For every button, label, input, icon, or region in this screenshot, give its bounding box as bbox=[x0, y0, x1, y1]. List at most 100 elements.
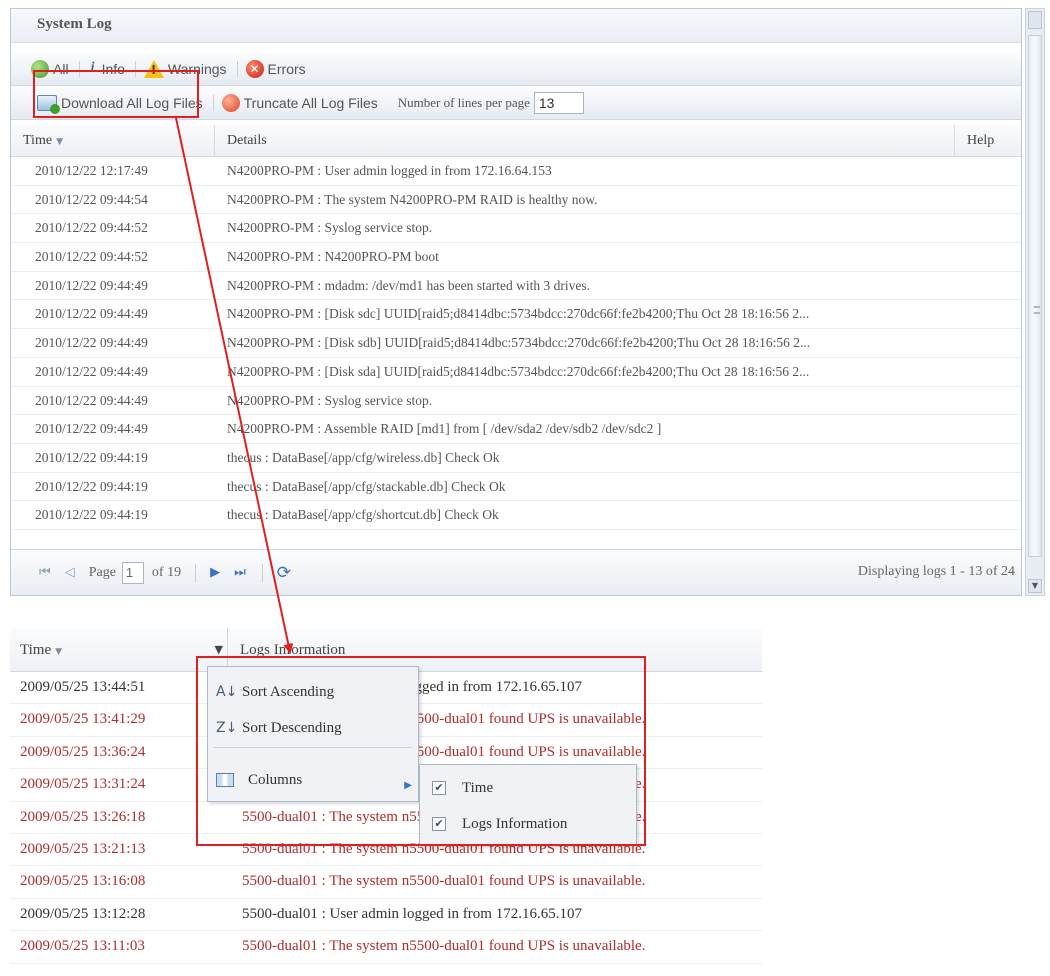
log-details-cell: N4200PRO-PM : User admin logged in from … bbox=[227, 163, 552, 178]
log-details-cell: N4200PRO-PM : Syslog service stop. bbox=[227, 220, 433, 236]
panel-title: System Log bbox=[11, 9, 1021, 43]
log-time-cell: 2009/05/25 13:41:29 bbox=[20, 711, 146, 728]
log-details-cell: N4200PRO-PM : The system N4200PRO-PM RAI… bbox=[227, 191, 598, 207]
column-header-time[interactable]: Time ▼ bbox=[11, 125, 215, 157]
sort-ascending-icon: A↓ bbox=[216, 684, 238, 700]
table-row[interactable]: 2010/12/22 09:44:52 N4200PRO-PM : N4200PR… bbox=[11, 243, 1021, 272]
sort-ascending-menu-item[interactable]: A↓ Sort Ascending bbox=[216, 677, 334, 707]
log-time-cell: 2010/12/22 09:44:52 bbox=[35, 249, 148, 265]
lines-per-page-input[interactable] bbox=[533, 92, 584, 114]
log-details-cell: N4200PRO-PM : Syslog service stop. bbox=[227, 392, 433, 408]
table-row[interactable]: 2010/12/22 09:44:54 N4200PRO-PM : The sys… bbox=[11, 186, 1021, 215]
table-row[interactable]: 2009/05/25 13:21:13 5500-dual01 : The sys… bbox=[10, 834, 762, 867]
column-header-details[interactable]: Details bbox=[215, 125, 955, 157]
toolbar-separator bbox=[236, 61, 238, 77]
log-details-cell: thecus : DataBase[/app/cfg/wireless.db] … bbox=[227, 449, 500, 465]
column-header-menu: A↓ Sort Ascending Z↓ Sort Descending Col… bbox=[207, 666, 419, 802]
refresh-icon[interactable]: ⟳ bbox=[277, 563, 291, 583]
log-time-cell: 2010/12/22 09:44:49 bbox=[35, 335, 148, 351]
log-time-cell: 2010/12/22 09:44:54 bbox=[35, 191, 148, 207]
columns-menu-item[interactable]: Columns bbox=[216, 765, 302, 795]
columns-icon bbox=[216, 773, 234, 787]
table-row[interactable]: 2010/12/22 09:44:49 N4200PRO-PM : [Disk s… bbox=[11, 358, 1021, 387]
grip-icon bbox=[1034, 306, 1040, 314]
table-row[interactable]: 2010/12/22 09:44:52 N4200PRO-PM : Syslog … bbox=[11, 214, 1021, 244]
table-row[interactable]: 2010/12/22 09:44:19 thecus : DataBase[/ap… bbox=[11, 444, 1021, 473]
log-time-cell: 2010/12/22 09:44:49 bbox=[35, 277, 148, 293]
scroll-up-button[interactable] bbox=[1028, 11, 1042, 29]
download-label: Download All Log Files bbox=[61, 95, 203, 111]
action-toolbar: Download All Log Files Truncate All Log … bbox=[11, 87, 1021, 120]
log-grid-header: Time ▼ Details Help bbox=[11, 125, 1021, 157]
log-time-cell: 2009/05/25 13:36:24 bbox=[20, 743, 146, 760]
log-info-cell: 5500-dual01 : The system n5500-dual01 fo… bbox=[242, 873, 646, 890]
table-row[interactable]: 2010/12/22 09:44:49 N4200PRO-PM : mdadm: … bbox=[11, 272, 1021, 301]
column-time-label: Time bbox=[23, 133, 53, 148]
table-row[interactable]: 2010/12/22 09:44:49 N4200PRO-PM : [Disk s… bbox=[11, 300, 1021, 330]
next-page-icon[interactable]: ▶ bbox=[210, 565, 220, 580]
sort-ascending-label: Sort Ascending bbox=[242, 683, 335, 700]
page-total-label: of 19 bbox=[151, 564, 182, 580]
toolbar-separator bbox=[78, 61, 80, 77]
column-toggle-logs-information[interactable]: ✔ Logs Information bbox=[432, 809, 567, 839]
toolbar-separator bbox=[212, 95, 214, 111]
column-info-label: Logs Information bbox=[240, 642, 346, 658]
log-time-cell: 2009/05/25 13:26:18 bbox=[20, 808, 146, 825]
prev-page-icon[interactable]: ◁ bbox=[65, 565, 75, 580]
log-time-cell: 2010/12/22 09:44:19 bbox=[35, 449, 148, 465]
column-toggle-time[interactable]: ✔ Time bbox=[432, 773, 493, 803]
columns-label: Columns bbox=[248, 771, 303, 788]
lines-per-page-label: Number of lines per page bbox=[397, 95, 530, 110]
log-details-cell: N4200PRO-PM : Assemble RAID [md1] from [… bbox=[227, 421, 662, 437]
last-page-icon[interactable]: ⏭ bbox=[234, 565, 246, 580]
table-row[interactable]: 2009/05/25 13:16:08 5500-dual01 : The sys… bbox=[10, 866, 762, 899]
log-details-cell: N4200PRO-PM : [Disk sda] UUID[raid5;d841… bbox=[227, 363, 810, 379]
log-time-cell: 2009/05/25 13:31:24 bbox=[20, 776, 146, 793]
table-row[interactable]: 2009/05/25 13:26:18 5500-dual01 : The sys… bbox=[10, 802, 762, 834]
first-page-icon[interactable]: ⏮ bbox=[39, 565, 51, 580]
log-time-cell: 2009/05/25 13:16:08 bbox=[20, 873, 146, 890]
filter-all-button[interactable]: All bbox=[31, 60, 69, 78]
sort-descending-label: Sort Descending bbox=[242, 719, 342, 736]
column-help-label: Help bbox=[967, 133, 995, 148]
sort-descending-menu-item[interactable]: Z↓ Sort Descending bbox=[216, 713, 342, 743]
log-time-cell: 2010/12/22 09:44:52 bbox=[35, 220, 148, 236]
error-icon: ✕ bbox=[245, 60, 264, 78]
filter-info-button[interactable]: i Info bbox=[88, 60, 125, 78]
warning-icon bbox=[143, 60, 164, 78]
table-row[interactable]: 2010/12/22 09:44:19 thecus : DataBase[/ap… bbox=[11, 501, 1021, 530]
filter-warnings-button[interactable]: Warnings bbox=[143, 60, 227, 78]
column-header-time[interactable]: Time ▼ ▼ bbox=[10, 628, 228, 672]
log-details-cell: thecus : DataBase[/app/cfg/shortcut.db] … bbox=[227, 507, 499, 523]
download-all-log-files-button[interactable]: Download All Log Files bbox=[37, 95, 203, 114]
scrollbar-thumb[interactable] bbox=[1028, 35, 1042, 557]
checkbox-checked-icon[interactable]: ✔ bbox=[432, 817, 446, 831]
truncate-all-log-files-button[interactable]: Truncate All Log Files bbox=[221, 94, 378, 112]
columns-submenu: ✔ Time ✔ Logs Information bbox=[419, 764, 637, 846]
filter-all-label: All bbox=[53, 61, 69, 77]
table-row[interactable]: 2010/12/22 09:44:49 N4200PRO-PM : Assembl… bbox=[11, 415, 1021, 444]
vertical-scrollbar[interactable]: ▼ bbox=[1025, 8, 1045, 596]
table-row[interactable]: 2009/05/25 13:12:28 5500-dual01 : User ad… bbox=[10, 899, 762, 932]
log-time-cell: 2010/12/22 09:44:49 bbox=[35, 363, 148, 379]
truncate-label: Truncate All Log Files bbox=[243, 95, 378, 111]
table-row[interactable]: 2010/12/22 09:44:49 N4200PRO-PM : Syslog … bbox=[11, 387, 1021, 416]
checkbox-checked-icon[interactable]: ✔ bbox=[432, 781, 446, 795]
table-row[interactable]: 2010/12/22 09:44:49 N4200PRO-PM : [Disk s… bbox=[11, 329, 1021, 358]
column-toggle-time-label: Time bbox=[462, 779, 494, 796]
column-time-label: Time bbox=[20, 642, 52, 658]
page-number-input[interactable] bbox=[121, 561, 144, 584]
column-header-help[interactable]: Help bbox=[955, 125, 1011, 157]
filter-toolbar: All i Info Warnings ✕ Errors bbox=[11, 53, 1021, 86]
download-icon bbox=[37, 95, 60, 114]
filter-errors-button[interactable]: ✕ Errors bbox=[245, 60, 306, 78]
log-time-cell: 2010/12/22 09:44:19 bbox=[35, 507, 148, 523]
scroll-down-icon[interactable]: ▼ bbox=[1028, 579, 1042, 593]
table-row[interactable]: 2009/05/25 13:11:03 5500-dual01 : The sys… bbox=[10, 931, 762, 964]
table-row[interactable]: 2010/12/22 12:17:49 N4200PRO-PM : User ad… bbox=[11, 157, 1021, 186]
page-label: Page bbox=[88, 564, 116, 580]
log-time-cell: 2010/12/22 09:44:49 bbox=[35, 421, 148, 437]
log-info-cell: 5500-dual01 : The system n5500-dual01 fo… bbox=[242, 938, 646, 955]
toolbar-separator bbox=[261, 563, 263, 582]
table-row[interactable]: 2010/12/22 09:44:19 thecus : DataBase[/ap… bbox=[11, 473, 1021, 502]
